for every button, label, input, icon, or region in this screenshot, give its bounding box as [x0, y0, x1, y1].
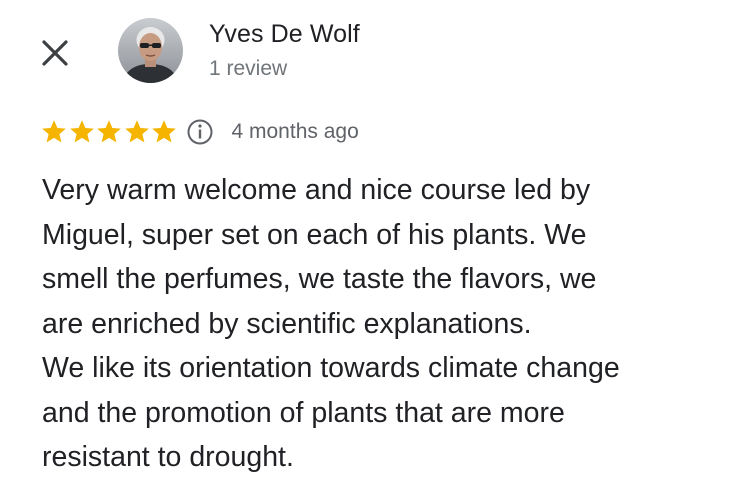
star-icon — [150, 118, 178, 146]
review-date: 4 months ago — [231, 120, 359, 143]
review-text-line: and the promotion of plants that are mor… — [42, 396, 565, 429]
review-text-line: resistant to drought. — [42, 441, 294, 473]
review-text: Very warm welcome and nice course led by… — [42, 168, 732, 480]
reviewer-name[interactable]: Yves De Wolf — [209, 20, 360, 49]
review-count[interactable]: 1 review — [209, 57, 287, 81]
review-text-line: are enriched by scientific explanations. — [42, 307, 532, 340]
avatar[interactable] — [118, 18, 183, 83]
close-button[interactable] — [38, 36, 72, 70]
rating-row: 4 months ago — [40, 117, 359, 147]
star-rating — [40, 118, 178, 146]
review-text-line: We like its orientation towards climate … — [42, 352, 620, 384]
star-icon — [68, 118, 96, 146]
review-text-line: smell the perfumes, we taste the flavors… — [42, 263, 597, 295]
info-icon[interactable] — [186, 118, 214, 146]
review-text-line: Miguel, super set on each of his plants.… — [42, 218, 587, 251]
star-icon — [95, 118, 123, 146]
close-icon — [42, 40, 68, 66]
review-card: Yves De Wolf 1 review 4 months ago Very … — [0, 0, 750, 492]
review-text-line: Very warm welcome and nice course led by — [42, 174, 591, 206]
star-icon — [123, 118, 151, 146]
star-icon — [40, 118, 68, 146]
